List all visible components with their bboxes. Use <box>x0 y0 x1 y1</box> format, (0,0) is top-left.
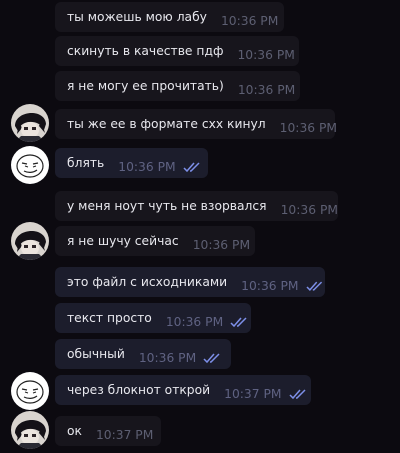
message-bubble[interactable]: я не шучу сейчас 10:36 PM <box>55 226 255 256</box>
message-bubble[interactable]: блять 10:36 PM <box>55 148 208 178</box>
message-text: я не шучу сейчас <box>67 234 179 248</box>
message-time: 10:36 PM <box>165 315 224 329</box>
dark-haired-avatar-icon <box>11 104 49 142</box>
message-text: ок <box>67 424 82 438</box>
message-text: текст просто <box>67 311 152 325</box>
message-time: 10:36 PM <box>118 160 176 174</box>
dark-haired-avatar-icon <box>11 222 49 260</box>
message-bubble[interactable]: скинуть в качестве пдф 10:36 PM <box>55 36 299 66</box>
message-bubble[interactable]: ты можешь мою лабу 10:36 PM <box>55 2 284 32</box>
sketch-face-avatar-icon <box>11 372 49 410</box>
message-text: у меня ноут чуть не взорвался <box>67 199 267 213</box>
message-bubble[interactable]: через блокнот открой 10:37 PM <box>55 375 311 405</box>
message-text: через блокнот открой <box>67 383 211 397</box>
message-bubble[interactable]: я не могу ее прочитать) 10:36 PM <box>55 71 300 101</box>
avatar-sketch-face[interactable] <box>11 372 49 410</box>
double-check-icon <box>203 353 220 364</box>
message-bubble[interactable]: обычный 10:36 PM <box>55 339 231 369</box>
message-bubble[interactable]: это файл с исходниками 10:36 PM <box>55 267 325 297</box>
double-check-icon <box>288 389 306 400</box>
message-time: 10:37 PM <box>95 428 154 442</box>
avatar-dark-haired[interactable] <box>11 104 49 142</box>
message-time: 10:36 PM <box>237 83 296 97</box>
message-text: блять <box>67 156 105 170</box>
message-text: ты можешь мою лабу <box>67 10 207 24</box>
message-time: 10:36 PM <box>237 48 295 62</box>
double-check-icon <box>230 317 247 328</box>
message-time: 10:36 PM <box>279 121 338 135</box>
message-time: 10:37 PM <box>224 387 282 401</box>
avatar-dark-haired[interactable] <box>11 222 49 260</box>
chat-message-list[interactable]: ты можешь мою лабу 10:36 PM скинуть в ка… <box>0 0 400 453</box>
message-text: ты же ее в формате cxx кинул <box>67 117 266 131</box>
message-time: 10:36 PM <box>280 203 338 217</box>
avatar-dark-haired[interactable] <box>11 411 49 449</box>
message-bubble[interactable]: текст просто 10:36 PM <box>55 303 251 333</box>
message-text: обычный <box>67 347 125 361</box>
message-time: 10:36 PM <box>192 238 251 252</box>
message-time: 10:36 PM <box>241 279 299 293</box>
message-text: скинуть в качестве пдф <box>67 44 224 58</box>
message-bubble[interactable]: у меня ноут чуть не взорвался 10:36 PM <box>55 191 338 221</box>
double-check-icon <box>305 281 322 291</box>
double-check-icon <box>183 162 200 173</box>
message-text: я не могу ее прочитать) <box>67 79 224 93</box>
dark-haired-avatar-icon <box>11 411 49 449</box>
message-time: 10:36 PM <box>138 351 197 365</box>
avatar-sketch-face[interactable] <box>11 146 49 184</box>
message-bubble[interactable]: ок 10:37 PM <box>55 416 161 446</box>
message-text: это файл с исходниками <box>67 275 228 289</box>
sketch-face-avatar-icon <box>11 146 49 184</box>
message-time: 10:36 PM <box>220 14 279 28</box>
message-bubble[interactable]: ты же ее в формате cxx кинул 10:36 PM <box>55 109 338 139</box>
